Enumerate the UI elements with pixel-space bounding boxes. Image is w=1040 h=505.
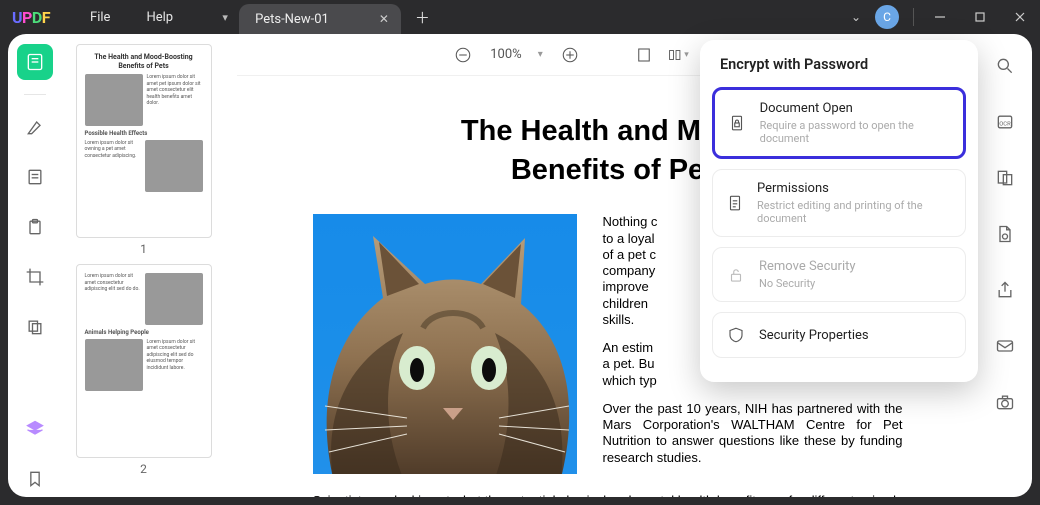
thumb-image [145,273,203,325]
search-icon[interactable] [987,48,1023,84]
svg-text:OCR: OCR [999,121,1011,127]
permissions-option[interactable]: Permissions Restrict editing and printin… [712,169,966,237]
share-icon[interactable] [987,272,1023,308]
thumb-page-number: 2 [76,462,212,476]
option-subtitle: Require a password to open the document [760,119,953,145]
notes-tool[interactable] [17,159,53,195]
crop-tool[interactable] [17,259,53,295]
tab-dropdown-icon[interactable]: ▾ [211,11,239,24]
thumb-subhead: Possible Health Effects [85,130,203,138]
thumb-image [85,339,143,391]
thumbnails-tool[interactable] [17,44,53,80]
thumbnail-page-2[interactable]: Lorem ipsum dolor sit amet consectetur a… [76,264,212,476]
option-title: Security Properties [759,328,869,343]
thumb-image [145,140,203,192]
protect-icon[interactable] [987,216,1023,252]
highlighter-tool[interactable] [17,109,53,145]
zoom-level: 100% [490,47,521,62]
ocr-icon[interactable]: OCR [987,104,1023,140]
app-logo: UPDF [12,8,50,27]
thumb-subhead: Animals Helping People [85,329,203,337]
window-close-button[interactable] [1000,0,1040,34]
tab-bar: ▾ Pets-New-01 ✕ ＋ [211,0,430,34]
copy-tool[interactable] [17,309,53,345]
zoom-in-button[interactable] [559,44,581,66]
thumb-page-number: 1 [76,242,212,256]
clipboard-tool[interactable] [17,209,53,245]
window-maximize-button[interactable] [960,0,1000,34]
panel-title: Encrypt with Password [720,56,960,73]
document-open-option[interactable]: Document Open Require a password to open… [712,87,966,159]
tab-label: Pets-New-01 [255,12,329,27]
tab-close-icon[interactable]: ✕ [379,12,389,26]
menu-help[interactable]: Help [128,10,191,25]
titlebar: UPDF File Help ▾ Pets-New-01 ✕ ＋ ⌄ C [0,0,1040,34]
menu-file[interactable]: File [72,10,128,25]
security-properties-option[interactable]: Security Properties [712,312,966,358]
unlock-icon [725,264,747,286]
document-tab[interactable]: Pets-New-01 ✕ [239,4,401,34]
layers-tool[interactable] [17,411,53,447]
shield-icon [725,324,747,346]
fit-page-button[interactable] [633,44,655,66]
option-title: Remove Security [759,259,856,274]
encrypt-panel: Encrypt with Password Document Open Requ… [700,40,978,382]
zoom-dropdown-icon[interactable]: ▾ [538,49,543,60]
left-toolbar [8,34,62,497]
tab-add-button[interactable]: ＋ [415,7,430,28]
window-minimize-button[interactable] [920,0,960,34]
thumbnail-page-1[interactable]: The Health and Mood-Boosting Benefits of… [76,44,212,256]
option-subtitle: Restrict editing and printing of the doc… [757,199,955,225]
page-layout-dropdown[interactable]: ▾ [667,44,689,66]
camera-icon[interactable] [987,384,1023,420]
option-subtitle: No Security [759,277,856,290]
zoom-out-button[interactable] [452,44,474,66]
thumb-image [85,74,143,126]
bookmark-tool[interactable] [17,461,53,497]
thumbnail-panel: The Health and Mood-Boosting Benefits of… [62,34,237,497]
page-tool-icon[interactable] [987,160,1023,196]
doc-paragraph: Over the past 10 years, NIH has partnere… [603,401,903,466]
titlebar-chevron-icon[interactable]: ⌄ [837,10,875,24]
option-title: Permissions [757,181,955,196]
thumb-title: The Health and Mood-Boosting Benefits of… [85,53,203,71]
remove-security-option[interactable]: Remove Security No Security [712,247,966,302]
user-avatar[interactable]: C [875,5,899,29]
doc-hero-image [313,214,577,474]
permissions-icon [725,192,745,214]
right-toolbar: OCR [978,34,1032,497]
lock-document-icon [727,112,748,134]
doc-paragraph: Scientists are looking at what the poten… [313,492,903,497]
mail-icon[interactable] [987,328,1023,364]
option-title: Document Open [760,101,953,116]
